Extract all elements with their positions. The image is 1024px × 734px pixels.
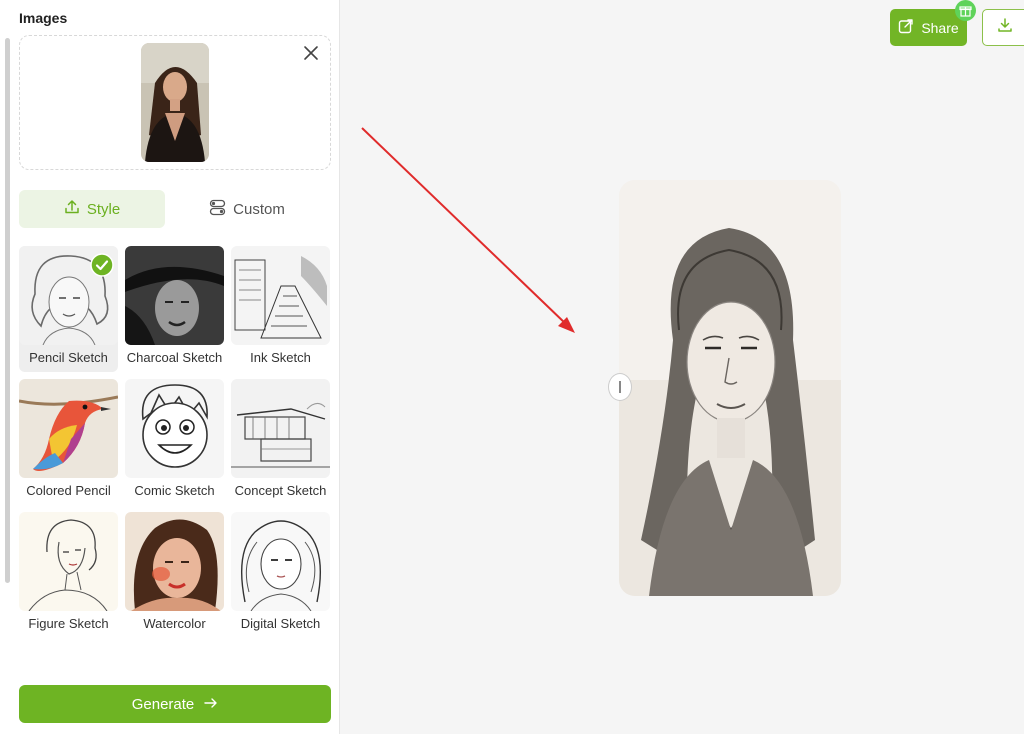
style-card-comic-sketch[interactable]: Comic Sketch [125, 379, 224, 505]
tab-custom[interactable]: Custom [174, 190, 320, 228]
toggle-icon [209, 199, 226, 220]
style-card-ink-sketch[interactable]: Ink Sketch [231, 246, 330, 372]
generate-button[interactable]: Generate [19, 685, 331, 723]
selected-check-icon [90, 253, 114, 277]
style-card-label: Ink Sketch [250, 350, 311, 365]
download-button[interactable] [982, 9, 1024, 46]
tab-style-label: Style [86, 200, 121, 218]
gift-icon [955, 0, 976, 21]
digital-sketch-preview [231, 512, 330, 611]
figure-sketch-preview [19, 512, 118, 611]
tab-style[interactable]: Style [19, 190, 165, 228]
tab-custom-label: Custom [233, 200, 285, 218]
style-card-label: Watercolor [143, 616, 206, 631]
style-card-charcoal-sketch[interactable]: Charcoal Sketch [125, 246, 224, 372]
style-card-label: Digital Sketch [240, 616, 321, 631]
images-title: Images [19, 10, 68, 26]
share-label: Share [921, 19, 959, 36]
style-card-label: Charcoal Sketch [126, 350, 223, 365]
ink-sketch-preview [231, 246, 330, 345]
style-card-watercolor[interactable]: Watercolor [125, 512, 224, 638]
style-card-label: Pencil Sketch [29, 350, 108, 365]
scrollbar[interactable] [5, 38, 10, 583]
style-card-concept-sketch[interactable]: Concept Sketch [231, 379, 330, 505]
mode-tabs: Style Custom [19, 190, 331, 228]
share-icon [898, 18, 914, 37]
style-card-figure-sketch[interactable]: Figure Sketch [19, 512, 118, 638]
generate-label: Generate [131, 695, 195, 713]
style-card-label: Colored Pencil [26, 483, 111, 498]
comic-sketch-preview [125, 379, 224, 478]
style-card-digital-sketch[interactable]: Digital Sketch [231, 512, 330, 638]
upload-icon [64, 199, 80, 219]
colored-pencil-preview [19, 379, 118, 478]
charcoal-sketch-preview [125, 246, 224, 345]
uploaded-photo-thumbnail [141, 43, 209, 162]
concept-sketch-preview [231, 379, 330, 478]
remove-image-close-icon[interactable] [302, 44, 320, 62]
style-card-label: Figure Sketch [28, 616, 109, 631]
watercolor-preview [125, 512, 224, 611]
result-image-pencil-sketch [619, 180, 841, 596]
arrow-right-icon [204, 696, 218, 713]
download-icon [997, 17, 1013, 38]
compare-slider-handle[interactable] [608, 373, 632, 401]
style-card-label: Comic Sketch [134, 483, 215, 498]
style-card-pencil-sketch[interactable]: Pencil Sketch [19, 246, 118, 372]
annotation-arrow [361, 127, 575, 333]
style-card-label: Concept Sketch [234, 483, 327, 498]
image-upload-box[interactable] [19, 35, 331, 170]
left-panel: Images Style Custom Pencil Sketch Charco… [0, 0, 340, 734]
style-card-colored-pencil[interactable]: Colored Pencil [19, 379, 118, 505]
